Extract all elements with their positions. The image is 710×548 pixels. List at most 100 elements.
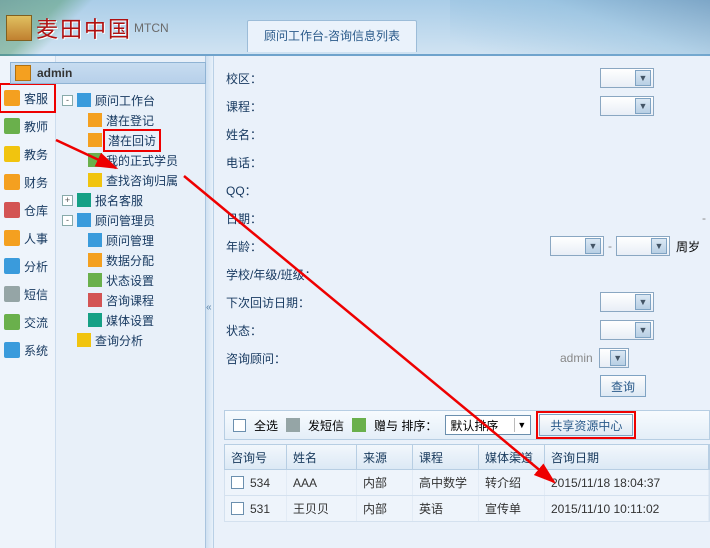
row-checkbox[interactable] [231, 476, 244, 489]
doc-icon [88, 253, 102, 267]
course-select[interactable]: ▼ [600, 96, 654, 116]
col-date[interactable]: 咨询日期 [545, 445, 709, 469]
col-id[interactable]: 咨询号 [225, 445, 287, 469]
expand-icon[interactable]: + [62, 195, 73, 206]
col-src[interactable]: 来源 [357, 445, 413, 469]
tree-advisor-workbench[interactable]: -顾问工作台 [58, 90, 203, 110]
tree-query-analysis[interactable]: 查询分析 [58, 330, 203, 350]
chevron-down-icon: ▼ [585, 238, 601, 254]
gift-icon [352, 418, 366, 432]
tree-potential-register[interactable]: 潜在登记 [58, 110, 203, 130]
age-from-select[interactable]: ▼ [550, 236, 604, 256]
edu-icon [4, 146, 20, 162]
next-visit-select[interactable]: ▼ [600, 292, 654, 312]
splitter-handle[interactable] [206, 56, 214, 548]
brand-name: 麦田中国 [36, 12, 132, 44]
media-icon [88, 313, 102, 327]
nav-tree: -顾问工作台 潜在登记 潜在回访 我的正式学员 查找咨询归属 +报名客服 -顾问… [56, 56, 205, 548]
chevron-down-icon: ▼ [651, 238, 667, 254]
tree-media-setting[interactable]: 媒体设置 [58, 310, 203, 330]
select-all-label: 全选 [254, 417, 278, 434]
avatar-icon [15, 65, 31, 81]
label-next-visit: 下次回访日期： [224, 294, 324, 311]
search-icon [88, 173, 102, 187]
row-checkbox[interactable] [231, 502, 244, 515]
select-all-checkbox[interactable] [233, 419, 246, 432]
search-icon [77, 333, 91, 347]
module-chat[interactable]: 交流 [0, 308, 55, 336]
analysis-icon [4, 258, 20, 274]
module-hr[interactable]: 人事 [0, 224, 55, 252]
folder-icon [77, 93, 91, 107]
module-sms[interactable]: 短信 [0, 280, 55, 308]
table-row[interactable]: 531 王贝贝 内部 英语 宣传单 2015/11/10 10:11:02 [224, 496, 710, 522]
active-tab[interactable]: 顾问工作台-咨询信息列表 [247, 20, 417, 52]
person-icon [88, 133, 102, 147]
module-analysis[interactable]: 分析 [0, 252, 55, 280]
status-select[interactable]: ▼ [600, 320, 654, 340]
tree-signup[interactable]: +报名客服 [58, 190, 203, 210]
tree-find-owner[interactable]: 查找咨询归属 [58, 170, 203, 190]
chevron-down-icon: ▼ [635, 294, 651, 310]
label-advisor: 咨询顾问： [224, 350, 320, 367]
label-phone: 电话： [224, 154, 320, 171]
label-name: 姓名： [224, 126, 320, 143]
chevron-down-icon: ▼ [610, 350, 626, 366]
query-button[interactable]: 查询 [600, 375, 646, 397]
sms-icon [4, 286, 20, 302]
filter-form: 校区：▼ 课程：▼ 姓名： 电话： QQ： 日期：- 年龄：▼-▼周岁 学校/年… [224, 64, 710, 400]
system-icon [4, 342, 20, 358]
user-bar: admin [10, 62, 206, 84]
module-kefu[interactable]: 客服 [0, 84, 55, 112]
module-finance[interactable]: 财务 [0, 168, 55, 196]
tree-advisor-manage[interactable]: 顾问管理 [58, 230, 203, 250]
chevron-down-icon: ▼ [635, 98, 651, 114]
collapse-icon[interactable]: - [62, 215, 73, 226]
label-status: 状态： [224, 322, 320, 339]
brand-sub: MTCN [134, 21, 169, 35]
module-system[interactable]: 系统 [0, 336, 55, 364]
kefu-icon [4, 90, 20, 106]
share-button[interactable]: 共享资源中心 [539, 414, 633, 436]
tree-status-setting[interactable]: 状态设置 [58, 270, 203, 290]
col-name[interactable]: 姓名 [287, 445, 357, 469]
tree-potential-revisit[interactable]: 潜在回访 [58, 130, 203, 150]
module-warehouse[interactable]: 仓库 [0, 196, 55, 224]
sms-label[interactable]: 发短信 [308, 417, 344, 434]
label-campus: 校区： [224, 70, 320, 87]
username: admin [37, 66, 72, 80]
label-grade: 学校/年级/班级： [224, 266, 334, 283]
advisor-select[interactable]: ▼ [599, 348, 629, 368]
doc-icon [88, 233, 102, 247]
campus-select[interactable]: ▼ [600, 68, 654, 88]
app-header: 麦田中国 MTCN 顾问工作台-咨询信息列表 [0, 0, 710, 56]
finance-icon [4, 174, 20, 190]
col-course[interactable]: 课程 [413, 445, 479, 469]
label-course: 课程： [224, 98, 320, 115]
module-edu[interactable]: 教务 [0, 140, 55, 168]
gift-label: 赠与 排序： [374, 417, 437, 434]
tree-advisor-admin[interactable]: -顾问管理员 [58, 210, 203, 230]
label-qq: QQ： [224, 182, 320, 199]
tree-consult-course[interactable]: 咨询课程 [58, 290, 203, 310]
list-toolbar: 全选 发短信 赠与 排序： 默认排序▼ 共享资源中心 [224, 410, 710, 440]
warehouse-icon [4, 202, 20, 218]
sort-select[interactable]: 默认排序▼ [445, 415, 531, 435]
tree-my-students[interactable]: 我的正式学员 [58, 150, 203, 170]
chat-icon [4, 314, 20, 330]
label-date: 日期： [224, 210, 320, 227]
age-to-select[interactable]: ▼ [616, 236, 670, 256]
module-teacher[interactable]: 教师 [0, 112, 55, 140]
table-row[interactable]: 534 AAA 内部 高中数学 转介绍 2015/11/18 18:04:37 [224, 470, 710, 496]
brand-logo: 麦田中国 MTCN [0, 0, 169, 56]
tree-data-assign[interactable]: 数据分配 [58, 250, 203, 270]
hr-icon [4, 230, 20, 246]
book-icon [88, 293, 102, 307]
folder-icon [77, 193, 91, 207]
content-panel: 校区：▼ 课程：▼ 姓名： 电话： QQ： 日期：- 年龄：▼-▼周岁 学校/年… [206, 56, 710, 548]
col-media[interactable]: 媒体渠道 [479, 445, 545, 469]
brand-icon [6, 15, 32, 41]
chevron-down-icon: ▼ [635, 70, 651, 86]
collapse-icon[interactable]: - [62, 95, 73, 106]
grid-header: 咨询号 姓名 来源 课程 媒体渠道 咨询日期 [224, 444, 710, 470]
